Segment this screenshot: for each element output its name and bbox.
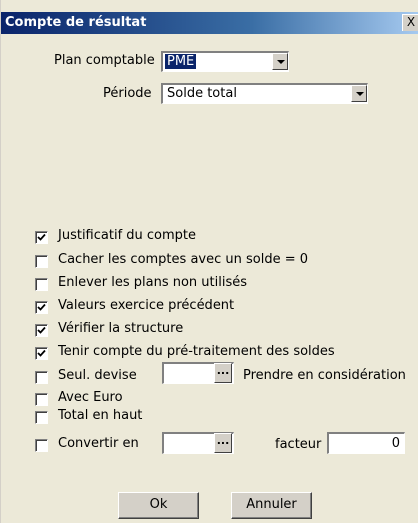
option-label: Justificatif du compte — [58, 228, 197, 243]
window-title: Compte de résultat — [5, 15, 147, 30]
checkbox[interactable] — [35, 255, 48, 268]
option-label: Avec Euro — [58, 390, 123, 405]
devise-browse-button[interactable]: ... — [214, 363, 232, 383]
checkbox[interactable] — [35, 439, 48, 452]
option-label: Cacher les comptes avec un solde = 0 — [58, 252, 309, 267]
checkbox[interactable] — [35, 324, 48, 337]
plan-select[interactable]: PME — [161, 51, 289, 72]
plan-select-value: PME — [165, 54, 197, 69]
checkbox[interactable] — [35, 278, 48, 291]
checkmark-icon — [37, 349, 46, 357]
option-label: Enlever les plans non utilisés — [58, 275, 248, 290]
periode-label: Période — [103, 86, 152, 101]
checkbox[interactable] — [35, 393, 48, 406]
devise-consideration-label: Prendre en considération — [243, 368, 406, 383]
checkbox[interactable] — [35, 347, 48, 360]
option-label: Total en haut — [58, 408, 143, 423]
periode-select-value: Solde total — [167, 86, 237, 101]
chevron-down-icon[interactable] — [351, 85, 367, 102]
convertir-browse-button[interactable]: ... — [214, 433, 232, 453]
option-label: Seul. devise — [58, 368, 137, 383]
chevron-down-icon[interactable] — [272, 53, 288, 70]
checkmark-icon — [37, 303, 46, 311]
option-label: Valeurs exercice précédent — [58, 298, 235, 313]
periode-select[interactable]: Solde total — [161, 83, 368, 104]
close-button[interactable]: X — [402, 14, 418, 31]
facteur-input[interactable]: 0 — [327, 432, 405, 454]
cancel-button[interactable]: Annuler — [231, 492, 312, 519]
checkbox[interactable] — [35, 301, 48, 314]
checkmark-icon — [37, 326, 46, 334]
facteur-label: facteur — [275, 437, 322, 452]
ok-button[interactable]: Ok — [118, 492, 199, 519]
dialog-window: Compte de résultat X Plan comptable PME … — [0, 0, 418, 523]
checkbox[interactable] — [35, 411, 48, 424]
option-label: Tenir compte du pré-traitement des solde… — [58, 344, 335, 359]
checkmark-icon — [37, 233, 46, 241]
title-bar[interactable]: Compte de résultat X — [1, 12, 418, 34]
option-label: Convertir en — [58, 436, 139, 451]
option-label: Vérifier la structure — [58, 321, 184, 336]
checkbox[interactable] — [35, 371, 48, 384]
plan-label: Plan comptable — [54, 53, 155, 68]
checkbox[interactable] — [35, 231, 48, 244]
facteur-input-value: 0 — [391, 436, 400, 451]
